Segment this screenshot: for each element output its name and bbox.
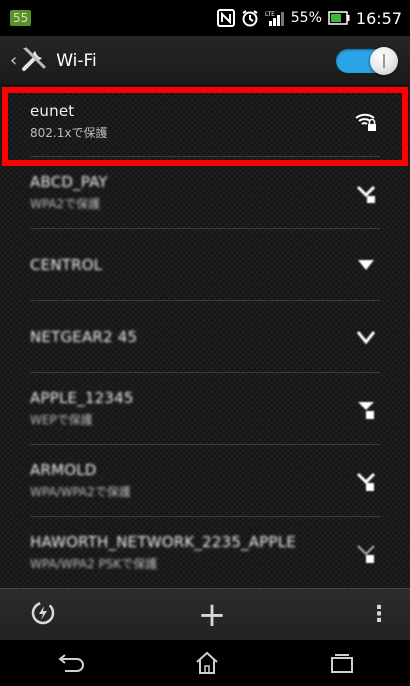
app-bar: ‹ Wi-Fi <box>0 36 410 86</box>
wifi-signal-icon <box>354 325 378 349</box>
alarm-icon <box>241 9 259 27</box>
network-text: CENTROL <box>30 256 102 274</box>
wifi-lock-icon <box>354 469 378 493</box>
svg-text:LTE: LTE <box>265 11 275 18</box>
toggle-knob[interactable] <box>370 46 398 75</box>
network-item[interactable]: NETGEAR2 45 <box>30 301 380 373</box>
network-list: eunet 802.1xで保護 ABCD_PAY WPA2で保護 CENTROL… <box>0 86 410 588</box>
network-status: WPA/WPA2で保護 <box>30 485 131 499</box>
wifi-lock-icon <box>354 541 378 565</box>
back-nav-icon[interactable] <box>55 653 85 673</box>
nfc-icon <box>216 9 235 27</box>
network-status: 802.1xで保護 <box>30 125 108 140</box>
network-item[interactable]: CENTROL <box>30 229 380 301</box>
settings-tools-icon[interactable] <box>20 45 48 77</box>
network-status: WPA2で保護 <box>30 197 101 211</box>
network-text: NETGEAR2 45 <box>30 328 137 346</box>
page-title: Wi-Fi <box>56 50 97 71</box>
network-name: eunet <box>30 101 75 120</box>
status-right: LTE 55% 16:57 <box>216 8 402 28</box>
status-bar: 55 LTE 55% 16:57 <box>0 0 410 36</box>
notification-badge: 55 <box>10 10 32 26</box>
wifi-lock-icon <box>354 109 378 133</box>
battery-percent: 55% <box>290 10 322 26</box>
back-chevron-icon[interactable]: ‹ <box>10 50 17 71</box>
network-status: WPA/WPA2 PSKで保護 <box>30 557 158 571</box>
status-left: 55 <box>10 10 32 26</box>
network-item[interactable]: eunet 802.1xで保護 <box>30 86 380 157</box>
overflow-menu-button[interactable]: ⋮ <box>368 602 390 627</box>
home-nav-icon[interactable] <box>194 651 220 675</box>
network-item[interactable]: ABCD_PAY WPA2で保護 <box>30 157 380 229</box>
lte-signal-icon: LTE <box>265 9 285 27</box>
wps-icon[interactable] <box>30 600 56 630</box>
navigation-bar <box>0 640 410 686</box>
network-text: HAWORTH_NETWORK_2235_APPLE WPA/WPA2 PSKで… <box>30 533 296 572</box>
wifi-lock-icon <box>354 181 378 205</box>
network-item[interactable]: APPLE_12345 WEPで保護 <box>30 373 380 445</box>
clock: 16:57 <box>355 8 402 28</box>
wifi-toggle[interactable] <box>336 46 398 75</box>
network-text: ABCD_PAY WPA2で保護 <box>30 173 108 212</box>
network-name: ABCD_PAY <box>30 173 108 191</box>
network-text: ARMOLD WPA/WPA2で保護 <box>30 461 131 500</box>
network-item[interactable]: HAWORTH_NETWORK_2235_APPLE WPA/WPA2 PSKで… <box>30 517 380 588</box>
network-text: APPLE_12345 WEPで保護 <box>30 389 134 428</box>
network-text: eunet 802.1xで保護 <box>30 102 107 141</box>
battery-icon <box>328 11 350 25</box>
network-name: CENTROL <box>30 255 103 274</box>
network-item[interactable]: ARMOLD WPA/WPA2で保護 <box>30 445 380 517</box>
wifi-signal-icon <box>354 253 378 277</box>
recent-apps-icon[interactable] <box>329 652 355 674</box>
network-name: NETGEAR2 45 <box>30 327 138 346</box>
network-name: ARMOLD <box>30 461 97 479</box>
network-name: HAWORTH_NETWORK_2235_APPLE <box>30 533 296 551</box>
network-status: WEPで保護 <box>30 413 93 427</box>
network-name: APPLE_12345 <box>30 389 134 407</box>
action-bar: + ⋮ <box>0 588 410 640</box>
add-network-button[interactable]: + <box>198 598 227 632</box>
wifi-lock-icon <box>354 397 378 421</box>
